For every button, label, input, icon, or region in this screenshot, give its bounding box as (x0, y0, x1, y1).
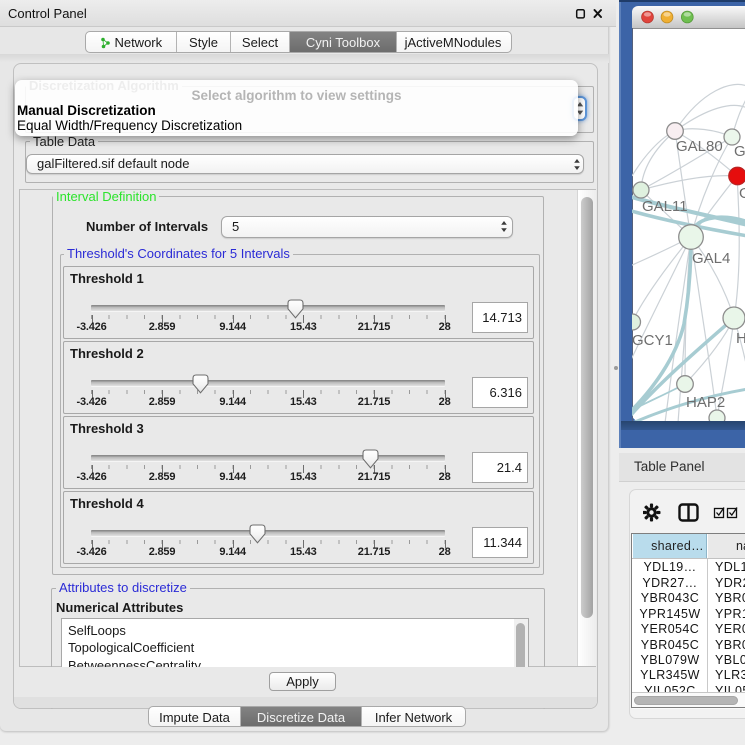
svg-text:GA: GA (734, 143, 745, 160)
svg-text:GAL80: GAL80 (676, 138, 723, 155)
svg-text:GAL11: GAL11 (642, 198, 688, 215)
svg-text:HI: HI (736, 330, 745, 347)
svg-text:GCY1: GCY1 (632, 332, 673, 349)
svg-text:GA: GA (739, 185, 745, 202)
svg-text:HAP2: HAP2 (686, 394, 725, 411)
svg-text:GAL4: GAL4 (692, 250, 730, 267)
